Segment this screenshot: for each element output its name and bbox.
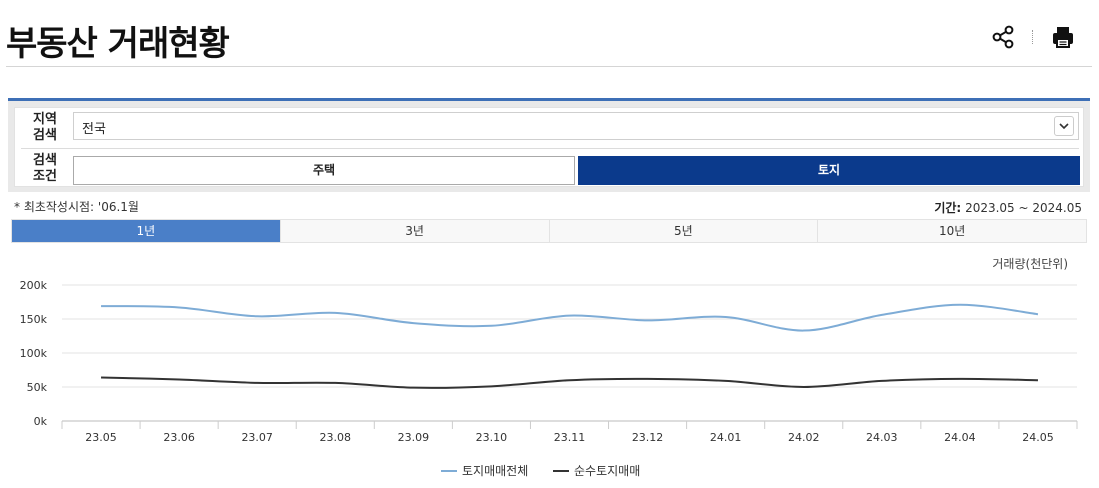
tab-3years[interactable]: 3년	[280, 220, 550, 242]
x-tick-label: 24.03	[866, 431, 898, 444]
title-divider	[6, 66, 1092, 67]
x-tick-label: 23.07	[241, 431, 273, 444]
x-tick-label: 23.08	[320, 431, 352, 444]
period-info: 기간: 2023.05 ~ 2024.05	[934, 199, 1082, 216]
x-tick-label: 23.05	[85, 431, 117, 444]
series-line-land-total	[101, 303, 1039, 332]
x-tick-label: 24.04	[944, 431, 976, 444]
y-tick-label: 0k	[34, 415, 48, 428]
y-tick-label: 200k	[20, 279, 48, 292]
tab-1year[interactable]: 1년	[12, 220, 281, 242]
legend-label: 토지매매전체	[462, 464, 528, 478]
x-tick-label: 24.05	[1022, 431, 1054, 444]
condition-label-text: 검색 조건	[33, 153, 57, 184]
transaction-line-chart: 0k 50k 100k 150k 200k 23.05 23.06 23.07 23.08 23.…	[20, 279, 1078, 478]
page-title: 부동산 거래현황	[6, 24, 230, 64]
share-icon[interactable]	[990, 24, 1016, 50]
region-label-text: 지역 검색	[33, 112, 57, 143]
condition-button-land[interactable]: 토지	[578, 156, 1080, 185]
x-tick-label: 24.02	[788, 431, 820, 444]
tab-5years[interactable]: 5년	[549, 220, 819, 242]
period-value: 2023.05 ~ 2024.05	[965, 201, 1082, 215]
x-tick-label: 23.09	[398, 431, 430, 444]
x-tick-label: 23.11	[554, 431, 586, 444]
region-select[interactable]: 전국	[73, 112, 1079, 140]
chevron-down-icon	[1054, 116, 1074, 136]
period-tabs: 1년 3년 5년 10년	[11, 219, 1087, 243]
legend-label: 순수토지매매	[574, 464, 640, 478]
x-tick-label: 23.06	[163, 431, 195, 444]
series-line-pure-land	[101, 376, 1038, 389]
period-label: 기간:	[934, 201, 962, 215]
filter-table: 지역 검색 전국 검색 조건 주택 토지	[14, 107, 1084, 187]
y-tick-label: 150k	[20, 313, 48, 326]
tab-10years[interactable]: 10년	[818, 220, 1086, 242]
print-icon[interactable]	[1050, 24, 1076, 50]
search-filter-panel: 지역 검색 전국 검색 조건 주택 토지	[8, 98, 1090, 192]
x-tick-label: 23.10	[476, 431, 508, 444]
x-tick-label: 24.01	[710, 431, 742, 444]
x-tick-label: 23.12	[632, 431, 664, 444]
y-tick-label: 50k	[27, 381, 48, 394]
region-select-value: 전국	[82, 122, 106, 137]
first-created-date: * 최초작성시점: '06.1월	[14, 200, 139, 214]
toolbar-divider	[1032, 30, 1033, 44]
condition-button-house[interactable]: 주택	[73, 156, 575, 185]
y-tick-label: 100k	[20, 347, 48, 360]
filter-row-divider	[21, 148, 1079, 149]
region-label: 지역 검색	[25, 112, 65, 144]
condition-label: 검색 조건	[25, 153, 65, 185]
